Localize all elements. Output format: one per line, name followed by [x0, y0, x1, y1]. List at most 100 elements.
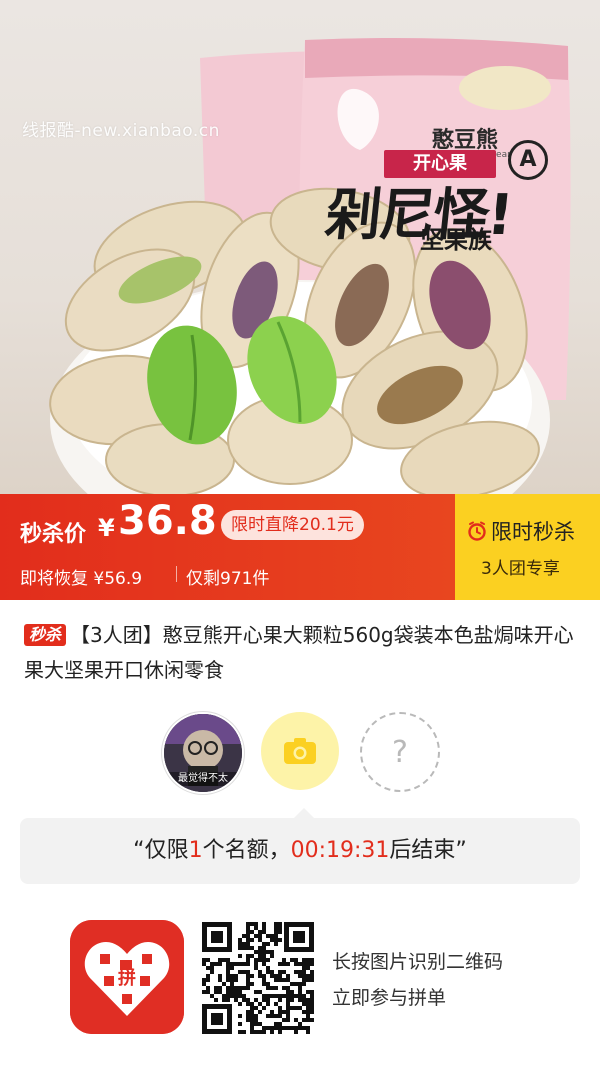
qr-module — [266, 1014, 270, 1018]
qr-module — [298, 974, 302, 978]
qr-module — [258, 954, 262, 958]
qr-module — [262, 978, 266, 982]
qr-module — [230, 986, 234, 990]
quote-open: “ — [133, 838, 145, 863]
qr-module — [274, 978, 278, 982]
qr-module — [222, 998, 226, 1002]
avatar[interactable]: 最觉得不太 — [162, 712, 244, 794]
qr-module — [282, 1018, 286, 1022]
slots-remaining: 1 — [188, 838, 203, 863]
qr-module — [246, 974, 250, 978]
camera-icon — [284, 738, 316, 764]
qr-module — [218, 990, 222, 994]
qr-module — [270, 970, 274, 974]
pistachio-photo — [49, 38, 571, 494]
qr-module — [270, 934, 274, 938]
qr-module — [306, 1010, 310, 1014]
qr-module — [202, 978, 206, 982]
qr-module — [266, 942, 270, 946]
qr-module — [306, 962, 310, 966]
qr-module — [278, 974, 282, 978]
qr-module — [246, 970, 250, 974]
qr-module — [226, 998, 230, 1002]
price-drop-badge: 限时直降20.1元 — [221, 510, 364, 540]
qr-module — [238, 942, 242, 946]
qr-module — [286, 978, 290, 982]
qr-module — [286, 1018, 290, 1022]
qr-module — [274, 974, 278, 978]
qr-module — [262, 946, 266, 950]
qr-module — [238, 962, 242, 966]
qr-module — [250, 1026, 254, 1030]
qr-module — [226, 978, 230, 982]
qr-module — [246, 958, 250, 962]
qr-module — [274, 1026, 278, 1030]
qr-module — [242, 962, 246, 966]
qr-module — [290, 998, 294, 1002]
qr-module — [286, 1006, 290, 1010]
qr-module — [262, 922, 266, 926]
qr-module — [254, 934, 258, 938]
qr-module — [250, 1022, 254, 1026]
product-hero-image[interactable]: 线报酷-new.xianbao.cn 憨豆熊 Silly funny Bear … — [0, 0, 600, 494]
qr-code[interactable] — [200, 920, 316, 1036]
qr-module — [270, 950, 274, 954]
qr-module — [250, 1002, 254, 1006]
qr-module — [242, 1030, 246, 1034]
footer-line-scan: 长按图片识别二维码 — [332, 951, 504, 973]
empty-member-slot[interactable]: ? — [360, 712, 440, 792]
qr-module — [270, 974, 274, 978]
qr-module — [238, 1002, 242, 1006]
qr-module — [210, 994, 214, 998]
qr-module — [266, 1002, 270, 1006]
qr-module — [246, 938, 250, 942]
qr-module — [302, 1018, 306, 1022]
qr-module — [258, 990, 262, 994]
qr-module — [286, 962, 290, 966]
qr-module — [254, 1030, 258, 1034]
pinduoduo-logo-icon: 拼 — [70, 920, 184, 1034]
qr-module — [206, 990, 210, 994]
qr-module — [298, 994, 302, 998]
qr-module — [206, 974, 210, 978]
qr-module — [202, 962, 206, 966]
qr-module — [222, 958, 226, 962]
qr-module — [258, 1022, 262, 1026]
qr-module — [242, 934, 246, 938]
qr-module — [298, 970, 302, 974]
qr-module — [250, 930, 254, 934]
qr-module — [226, 962, 230, 966]
qr-module — [226, 970, 230, 974]
qr-module — [254, 958, 258, 962]
qr-module — [230, 994, 234, 998]
qr-module — [306, 1002, 310, 1006]
qr-module — [274, 986, 278, 990]
qr-module — [302, 962, 306, 966]
price-bar: 秒杀价 ¥ 36.8 限时直降20.1元 即将恢复 ¥56.9 仅剩971件 限… — [0, 494, 600, 600]
qr-module — [242, 994, 246, 998]
qr-module — [310, 1018, 314, 1022]
qr-module — [218, 978, 222, 982]
qr-module — [310, 998, 314, 1002]
qr-module — [222, 994, 226, 998]
qr-module — [202, 958, 206, 962]
qr-module — [254, 950, 258, 954]
qr-module — [298, 1022, 302, 1026]
qr-module — [306, 966, 310, 970]
qr-module — [238, 954, 242, 958]
qr-module — [226, 958, 230, 962]
qr-module — [254, 962, 258, 966]
qr-module — [266, 934, 270, 938]
qr-module — [270, 1030, 274, 1034]
qr-module — [278, 1006, 282, 1010]
qr-module — [306, 978, 310, 982]
qr-module — [242, 946, 246, 950]
qr-module — [282, 986, 286, 990]
price-label: 秒杀价 — [20, 522, 87, 547]
camera-slot[interactable] — [261, 712, 339, 790]
qr-module — [274, 938, 278, 942]
product-title: 秒杀 【3人团】憨豆熊开心果大颗粒560g袋装本色盐焗味开心果大坚果开口休闲零食 — [24, 618, 580, 688]
avatar-caption: 最觉得不太 — [164, 772, 242, 786]
qr-module — [230, 982, 234, 986]
qr-module — [210, 962, 214, 966]
